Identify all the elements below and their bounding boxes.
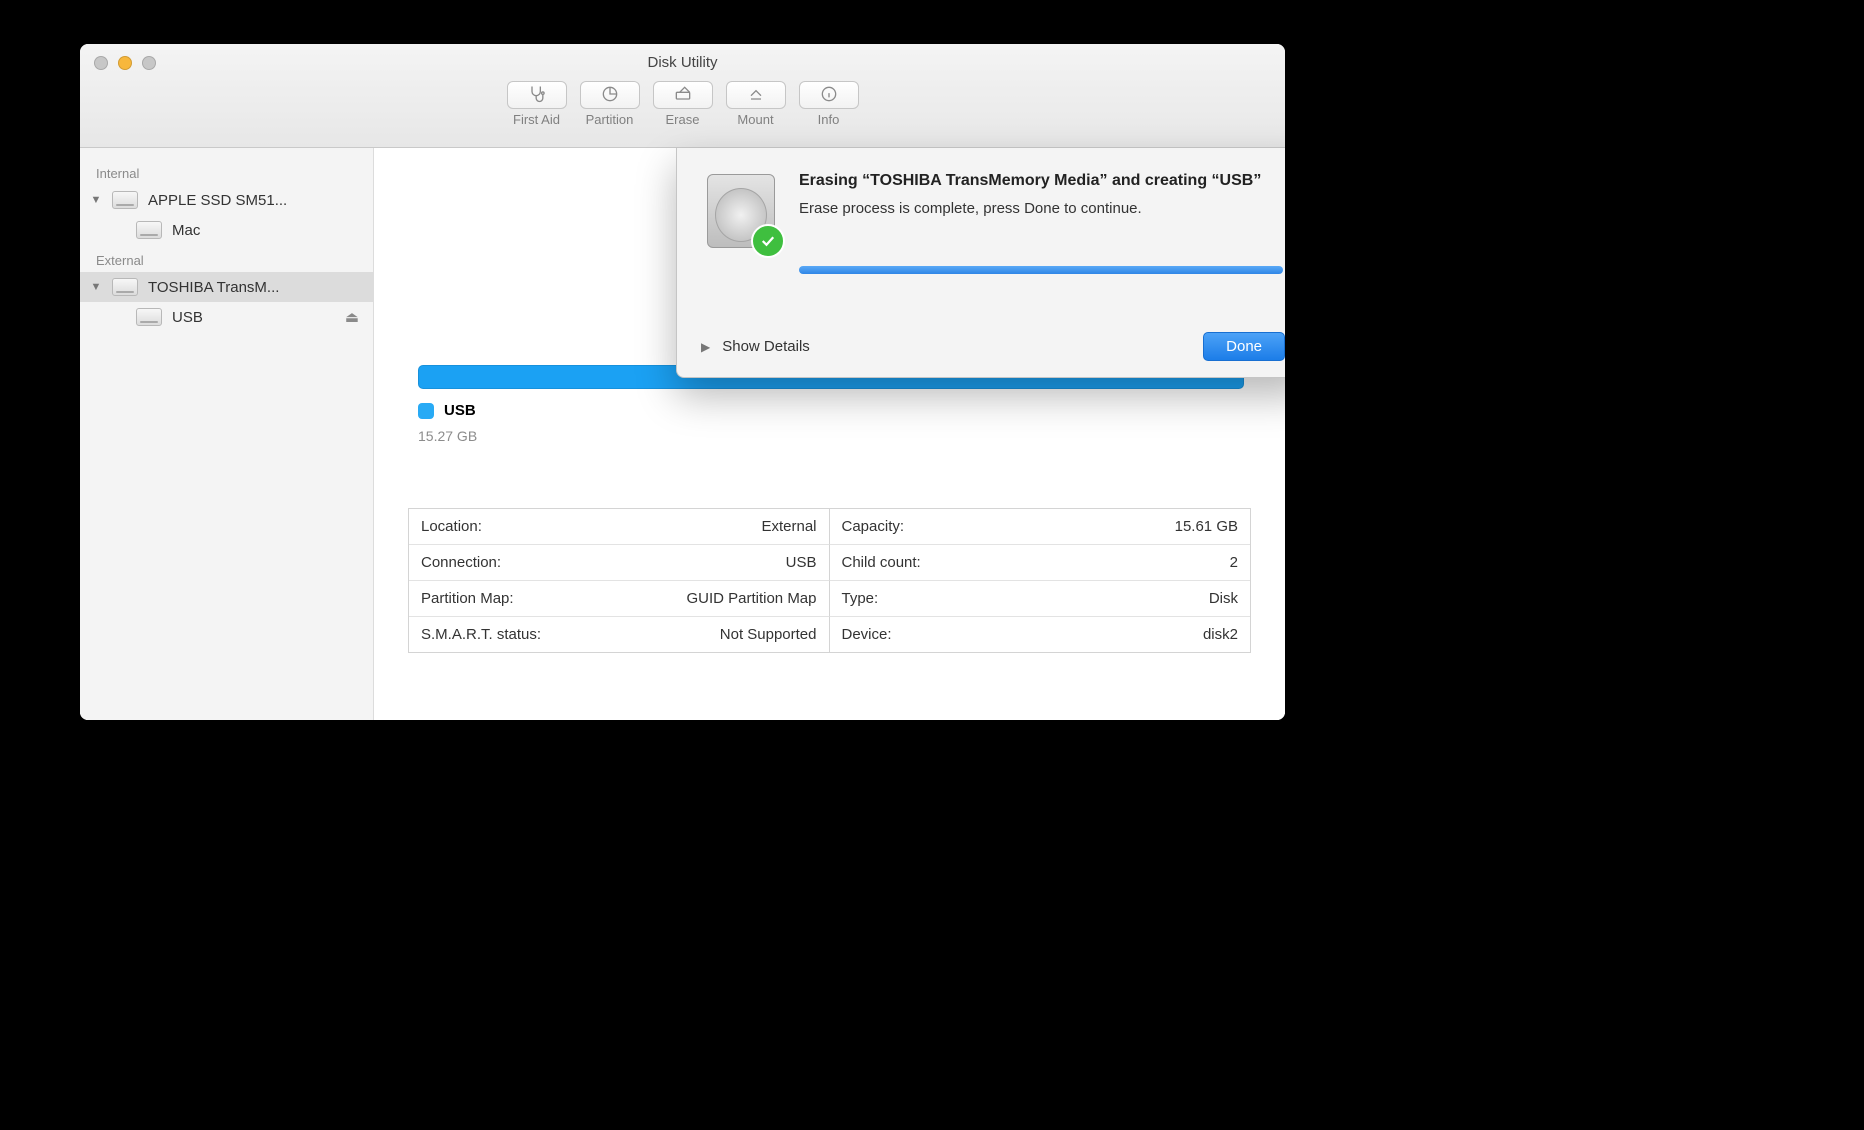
toolbar-label: Partition [586,112,634,127]
sidebar-section-internal: Internal [80,158,373,185]
close-window-button[interactable] [94,56,108,70]
content: Internal ▼ APPLE SSD SM51... Mac Externa… [80,148,1285,720]
erase-icon [672,84,694,107]
info-row: Connection: USB [409,545,830,581]
toolbar: First Aid Partition Erase Mount [80,81,1285,127]
mount-icon [745,84,767,107]
info-key: Child count: [842,554,921,571]
success-check-icon [751,224,785,258]
info-grid: Location: External Capacity: 15.61 GB Co… [408,508,1251,653]
erase-sheet: Erasing “TOSHIBA TransMemory Media” and … [676,148,1285,378]
info-row: Capacity: 15.61 GB [830,509,1251,545]
info-row: Type: Disk [830,581,1251,617]
show-details-label: Show Details [722,338,810,355]
sidebar-item-internal-disk[interactable]: ▼ APPLE SSD SM51... [80,185,373,215]
pie-icon [599,84,621,107]
disk-icon [136,308,162,326]
info-val: USB [786,554,817,571]
titlebar: Disk Utility First Aid Partition Erase [80,44,1285,148]
chevron-right-icon: ▶ [701,340,710,354]
disk-utility-window: Disk Utility First Aid Partition Erase [80,44,1285,720]
disk-icon [112,278,138,296]
main-panel: USB 15.27 GB Location: External Capacity… [374,148,1285,720]
info-row: Partition Map: GUID Partition Map [409,581,830,617]
stethoscope-icon [526,84,548,107]
info-val: Not Supported [720,626,817,643]
disk-success-icon [703,170,779,252]
sheet-subtitle: Erase process is complete, press Done to… [799,200,1261,217]
info-key: Location: [421,518,482,535]
info-icon [818,84,840,107]
toolbar-label: First Aid [513,112,560,127]
info-val: Disk [1209,590,1238,607]
toolbar-label: Mount [737,112,773,127]
toolbar-mount[interactable]: Mount [726,81,786,127]
toolbar-label: Info [818,112,840,127]
eject-icon[interactable]: ⏏ [345,308,359,326]
sidebar-item-external-disk[interactable]: ▼ TOSHIBA TransM... [80,272,373,302]
sidebar-item-label: Mac [172,222,200,239]
sidebar-item-label: TOSHIBA TransM... [148,279,279,296]
toolbar-label: Erase [666,112,700,127]
sidebar-item-internal-vol[interactable]: Mac [80,215,373,245]
chevron-down-icon[interactable]: ▼ [90,194,102,206]
toolbar-partition[interactable]: Partition [580,81,640,127]
info-row: S.M.A.R.T. status: Not Supported [409,617,830,652]
sidebar: Internal ▼ APPLE SSD SM51... Mac Externa… [80,148,374,720]
window-title: Disk Utility [80,44,1285,71]
sidebar-section-external: External [80,245,373,272]
info-key: Capacity: [842,518,905,535]
sidebar-item-label: USB [172,309,203,326]
volume-name: USB [444,402,476,419]
toolbar-erase[interactable]: Erase [653,81,713,127]
done-button[interactable]: Done [1203,332,1285,361]
chevron-down-icon[interactable]: ▼ [90,281,102,293]
sidebar-item-external-vol[interactable]: USB ⏏ [80,302,373,332]
info-row: Child count: 2 [830,545,1251,581]
info-row: Device: disk2 [830,617,1251,652]
info-val: disk2 [1203,626,1238,643]
info-key: Partition Map: [421,590,514,607]
minimize-window-button[interactable] [118,56,132,70]
traffic-lights [94,56,156,70]
toolbar-first-aid[interactable]: First Aid [507,81,567,127]
zoom-window-button[interactable] [142,56,156,70]
info-val: 15.61 GB [1175,518,1238,535]
sheet-title: Erasing “TOSHIBA TransMemory Media” and … [799,170,1261,192]
show-details-toggle[interactable]: ▶ Show Details [701,338,810,355]
info-key: S.M.A.R.T. status: [421,626,541,643]
info-val: 2 [1230,554,1238,571]
volume-chip: USB [418,402,476,419]
info-val: External [761,518,816,535]
progress-fill [799,266,1283,274]
volume-color-swatch [418,403,434,419]
volume-size: 15.27 GB [418,428,477,444]
info-key: Connection: [421,554,501,571]
progress-bar [799,266,1283,274]
disk-icon [112,191,138,209]
toolbar-info[interactable]: Info [799,81,859,127]
info-key: Device: [842,626,892,643]
info-val: GUID Partition Map [686,590,816,607]
info-row: Location: External [409,509,830,545]
sidebar-item-label: APPLE SSD SM51... [148,192,287,209]
info-key: Type: [842,590,879,607]
disk-icon [136,221,162,239]
